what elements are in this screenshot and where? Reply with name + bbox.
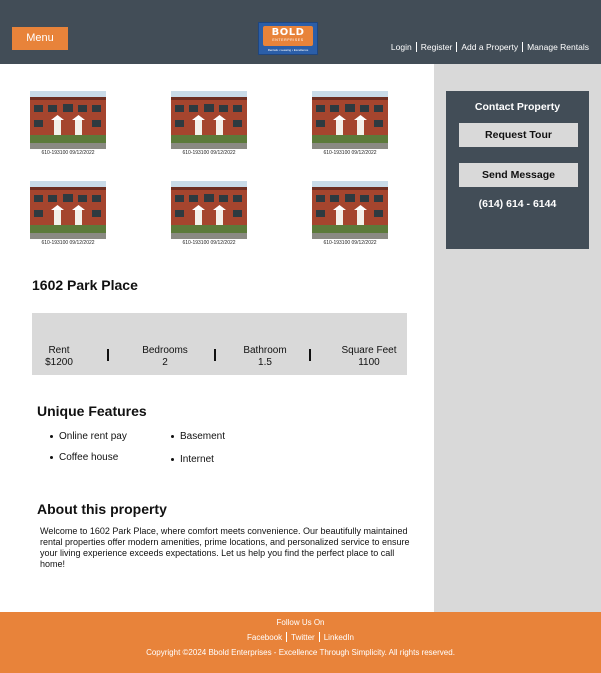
- menu-button[interactable]: Menu: [12, 27, 68, 50]
- contact-property-box: Contact Property Request Tour Send Messa…: [446, 91, 589, 249]
- property-photo[interactable]: 610-193100 09/12/2022: [30, 91, 106, 156]
- about-description: Welcome to 1602 Park Place, where comfor…: [40, 526, 410, 569]
- stat-value: 1.5: [258, 356, 272, 368]
- stat-divider: [309, 349, 311, 361]
- social-links: Facebook Twitter LinkedIn: [0, 632, 601, 642]
- request-tour-button[interactable]: Request Tour: [459, 123, 578, 147]
- stat-bedrooms: Bedrooms 2: [134, 345, 196, 368]
- nav-add-property-link[interactable]: Add a Property: [461, 42, 518, 52]
- twitter-link[interactable]: Twitter: [291, 633, 315, 642]
- about-heading: About this property: [37, 501, 167, 517]
- photo-caption: 610-193100 09/12/2022: [41, 240, 95, 246]
- property-photo[interactable]: 610-193100 09/12/2022: [171, 181, 247, 246]
- send-message-button[interactable]: Send Message: [459, 163, 578, 187]
- feature-item: Online rent pay: [50, 431, 127, 442]
- follow-us-label: Follow Us On: [276, 618, 325, 627]
- logo-tagline: Rentals • Leasing • Excellence: [267, 48, 309, 52]
- stat-label: Bedrooms: [142, 345, 188, 356]
- social-divider: [318, 632, 320, 642]
- photo-caption: 610-193100 09/12/2022: [182, 150, 236, 156]
- social-divider: [286, 632, 288, 642]
- nav-divider: [415, 42, 417, 52]
- stat-rent: Rent $1200: [42, 345, 76, 368]
- site-footer: Follow Us On Facebook Twitter LinkedIn Cop…: [0, 612, 601, 673]
- nav-login-link[interactable]: Login: [391, 42, 412, 52]
- property-title: 1602 Park Place: [32, 277, 138, 293]
- property-photo[interactable]: 610-193100 09/12/2022: [30, 181, 106, 246]
- photo-caption: 610-193100 09/12/2022: [182, 240, 236, 246]
- property-stats: Rent $1200 Bedrooms 2 Bathroom 1.5 Squar…: [32, 313, 407, 375]
- photo-caption: 610-193100 09/12/2022: [323, 150, 377, 156]
- feature-item: Coffee house: [49, 452, 119, 463]
- nav-register-link[interactable]: Register: [421, 42, 453, 52]
- stat-value: 2: [162, 356, 168, 368]
- property-photo[interactable]: 610-193100 09/12/2022: [312, 181, 388, 246]
- feature-item: Basement: [170, 431, 226, 442]
- stat-label: Square Feet: [341, 345, 397, 356]
- feature-item: Internet: [171, 454, 214, 465]
- stat-value: $1200: [45, 356, 73, 368]
- property-photo[interactable]: 610-193100 09/12/2022: [171, 91, 247, 156]
- logo-badge: BOLD ENTERPRISES: [263, 26, 313, 46]
- nav-divider: [456, 42, 458, 52]
- site-header: Menu BOLD ENTERPRISES Rentals • Leasing …: [0, 0, 601, 64]
- stat-label: Rent: [48, 345, 70, 356]
- contact-phone[interactable]: (614) 614 - 6144: [446, 198, 589, 210]
- stat-divider: [214, 349, 216, 361]
- stat-divider: [107, 349, 109, 361]
- photo-caption: 610-193100 09/12/2022: [41, 150, 95, 156]
- top-nav: Login Register Add a Property Manage Rental…: [391, 42, 589, 52]
- stat-label: Bathroom: [243, 345, 287, 356]
- linkedin-link[interactable]: LinkedIn: [324, 633, 354, 642]
- property-photo[interactable]: 610-193100 09/12/2022: [312, 91, 388, 156]
- features-heading: Unique Features: [37, 403, 147, 419]
- facebook-link[interactable]: Facebook: [247, 633, 282, 642]
- copyright-text: Copyright ©2024 Bbold Enterprises - Exce…: [146, 648, 455, 657]
- logo-subtitle: ENTERPRISES: [272, 38, 304, 42]
- nav-manage-rentals-link[interactable]: Manage Rentals: [527, 42, 589, 52]
- stat-value: 1100: [358, 356, 380, 368]
- company-logo[interactable]: BOLD ENTERPRISES Rentals • Leasing • Exc…: [258, 22, 318, 55]
- stat-bathroom: Bathroom 1.5: [237, 345, 293, 368]
- contact-title: Contact Property: [474, 101, 561, 113]
- photo-caption: 610-193100 09/12/2022: [323, 240, 377, 246]
- logo-wordmark: BOLD: [271, 27, 305, 38]
- nav-divider: [522, 42, 524, 52]
- stat-square-feet: Square Feet 1100: [335, 345, 403, 368]
